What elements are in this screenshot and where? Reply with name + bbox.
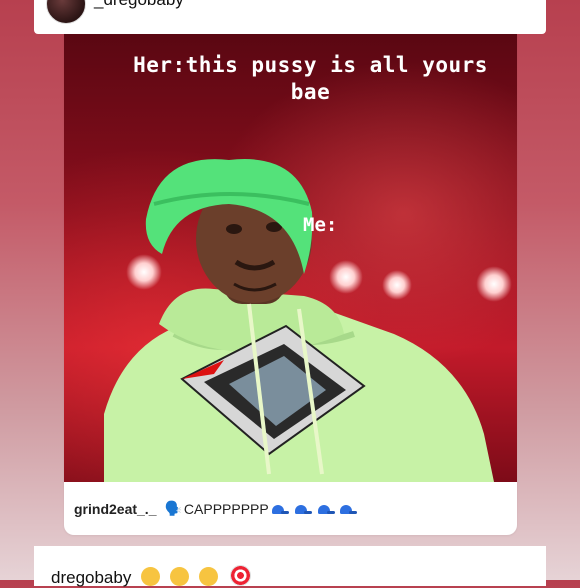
cap-icon: [294, 504, 312, 515]
laughing-face-icon: [198, 567, 218, 586]
post-caption: grind2eat_._ 🗣️ CAPPPPPPP: [64, 482, 517, 535]
speaking-head-icon: 🗣️: [164, 500, 182, 516]
post-header: _dregobaby: [34, 0, 546, 34]
meme-image[interactable]: Her:this pussy is all yours bae Me:: [64, 34, 517, 482]
caption-text: CAPPPPPPP: [183, 500, 269, 517]
shared-post-card[interactable]: Her:this pussy is all yours bae Me: grin…: [64, 34, 517, 535]
cap-icon: [340, 504, 358, 515]
cap-icon: [317, 504, 335, 515]
comment-line: dregobaby: [51, 565, 252, 588]
direct-hit-icon: [230, 565, 252, 586]
caption-username[interactable]: grind2eat_._: [74, 501, 156, 517]
cap-icon: [271, 504, 289, 515]
meme-me-label: Me:: [303, 214, 338, 236]
cap-emoji-row: [269, 501, 358, 517]
comment-username[interactable]: dregobaby: [51, 568, 131, 587]
laughing-face-icon: [169, 567, 189, 586]
laughing-face-icon: [141, 567, 161, 586]
avatar[interactable]: [46, 0, 86, 24]
comment-row: dregobaby: [34, 546, 546, 588]
post-author-username[interactable]: _dregobaby: [94, 0, 184, 10]
meme-top-text: Her:this pussy is all yours bae: [133, 53, 488, 104]
